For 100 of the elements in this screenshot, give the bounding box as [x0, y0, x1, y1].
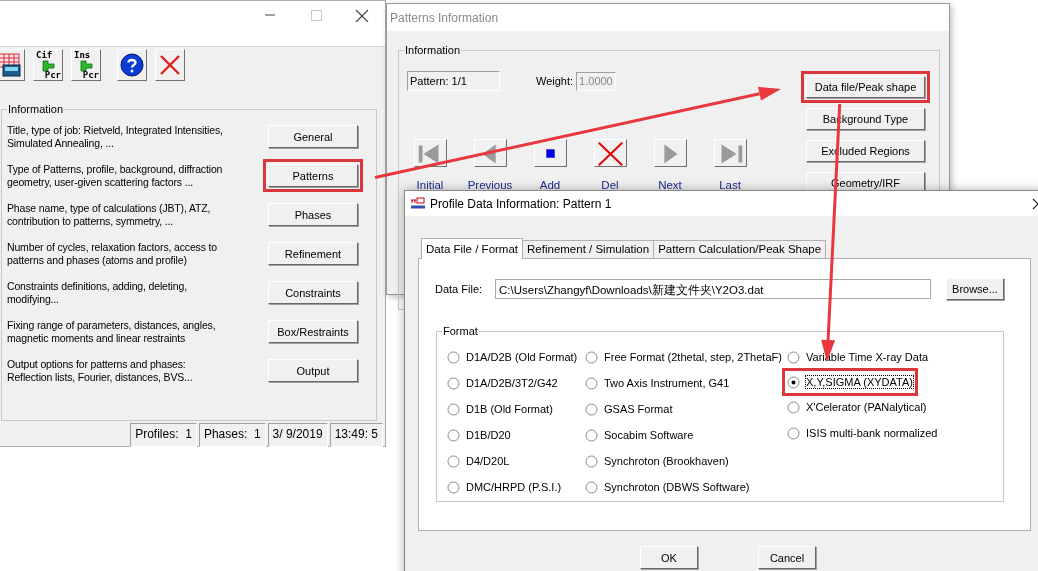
- radio-button[interactable]: [787, 426, 800, 440]
- radio-button[interactable]: [585, 402, 598, 416]
- grid-icon: [0, 52, 22, 78]
- app-icon: [410, 195, 426, 212]
- button[interactable]: General: [268, 125, 358, 148]
- field-label: Data File:: [435, 283, 484, 295]
- radio-option[interactable]: D1B (Old Format): [447, 396, 553, 422]
- radio-option[interactable]: X,Y,SIGMA (XYDATA): [787, 371, 913, 393]
- option-label: Free Format (2thetal, step, 2ThetaF): [604, 351, 782, 363]
- description-text: Fixing range of parameters, distances, angles, magnetic moments and linear restraints: [7, 318, 217, 345]
- radio-option[interactable]: D1B/D20: [447, 422, 511, 448]
- option-label: D1A/D2B (Old Format): [466, 351, 578, 363]
- radio-option[interactable]: ISIS multi-bank normalized: [787, 420, 938, 446]
- radio-button[interactable]: [447, 350, 460, 364]
- option-label: D1A/D2B/3T2/G42: [466, 377, 558, 389]
- description-text: Constraints definitions, adding, deleting, modifying...: [7, 279, 188, 306]
- description-text: Number of cycles, relaxation factors, access to patterns and phases (atoms and profile): [7, 240, 219, 267]
- radio-option[interactable]: GSAS Format: [585, 396, 673, 422]
- radio-option[interactable]: Synchroton (Brookhaven): [585, 448, 729, 474]
- radio-button[interactable]: [585, 376, 598, 390]
- radio-option[interactable]: D1A/D2B/3T2/G42: [447, 370, 558, 396]
- description-text: Type of Patterns, profile, background, diffraction geometry, user-given scattering factors ...: [7, 162, 224, 189]
- option-label: Synchroton (DBWS Software): [604, 481, 750, 493]
- right-triangle-icon: [663, 144, 678, 164]
- radio-option[interactable]: X'Celerator (PANalytical): [787, 394, 927, 420]
- radio-button[interactable]: [447, 480, 460, 494]
- radio-option[interactable]: D4/D20L: [447, 448, 510, 474]
- nav-button[interactable]: [533, 139, 567, 167]
- group-label: Information: [404, 44, 462, 57]
- button[interactable]: Output: [268, 359, 358, 382]
- radio-button[interactable]: [447, 454, 460, 468]
- skip-right-icon: [721, 144, 742, 164]
- button[interactable]: Constraints: [268, 281, 358, 304]
- button[interactable]: Phases: [268, 203, 358, 226]
- toolbar-button[interactable]: Ins Pcr: [71, 49, 101, 81]
- option-label: D1B/D20: [466, 429, 511, 441]
- toolbar-button[interactable]: Cif Pcr: [33, 49, 63, 81]
- radio-button[interactable]: [447, 376, 460, 390]
- toolbar-button[interactable]: [0, 49, 25, 81]
- close-icon: [355, 8, 369, 22]
- button[interactable]: Patterns: [268, 164, 358, 187]
- nav-label: Last: [719, 179, 741, 191]
- option-label: X,Y,SIGMA (XYDATA): [806, 376, 913, 388]
- radio-button[interactable]: [447, 428, 460, 442]
- option-label: Synchroton (Brookhaven): [604, 455, 729, 467]
- option-label: Socabim Software: [604, 429, 694, 441]
- left-triangle-icon: [482, 144, 496, 164]
- help-icon: [120, 53, 144, 77]
- radio-button[interactable]: [787, 400, 800, 414]
- browse-button[interactable]: Browse...: [946, 278, 1004, 300]
- nav-label: Del: [601, 179, 619, 191]
- radio-button[interactable]: [585, 454, 598, 468]
- nav-label: Initial: [416, 179, 444, 191]
- window-title: Profile Data Information: Pattern 1: [430, 196, 612, 211]
- button[interactable]: OK: [640, 546, 698, 569]
- option-label: X'Celerator (PANalytical): [806, 401, 927, 413]
- skip-left-icon: [418, 144, 438, 164]
- description-text: Title, type of job: Rietveld, Integrated Intensities, Simulated Annealing, ...: [7, 123, 224, 150]
- description-text: Phase name, type of calculations (JBT), ATZ, contribution to patterns, symmetry, ...: [7, 201, 212, 228]
- group-label: Information: [7, 103, 65, 116]
- toolbar-button[interactable]: [117, 49, 147, 81]
- input-field[interactable]: C:\Users\Zhangyf\Downloads\新建文件夹\Y2O3.dat: [495, 279, 931, 299]
- pattern-field: Pattern: 1/1: [407, 71, 500, 91]
- tab[interactable]: Data File / Format: [421, 238, 524, 259]
- radio-button[interactable]: [787, 375, 800, 389]
- status-panel: Profiles: 1: [130, 423, 197, 447]
- button[interactable]: Data file/Peak shape: [806, 76, 925, 98]
- button[interactable]: Cancel: [758, 546, 816, 569]
- radio-option[interactable]: Socabim Software: [585, 422, 694, 448]
- arrow-icon: [80, 60, 94, 72]
- arrow-icon: [42, 60, 56, 72]
- status-panel: Phases: 1: [198, 423, 266, 447]
- radio-button[interactable]: [447, 402, 460, 416]
- button[interactable]: Box/Restraints: [268, 320, 358, 343]
- radio-option[interactable]: Free Format (2thetal, step, 2ThetaF): [585, 344, 782, 370]
- status-panel: 3/ 9/2019: [267, 423, 328, 447]
- status-panel: 13:49: 5: [329, 423, 383, 447]
- option-label: DMC/HRPD (P.S.I.): [466, 481, 562, 493]
- nav-button[interactable]: [593, 139, 627, 167]
- radio-button[interactable]: [585, 428, 598, 442]
- option-label: ISIS multi-bank normalized: [806, 427, 938, 439]
- square-icon: [545, 149, 555, 158]
- square-icon: [309, 8, 323, 22]
- radio-option[interactable]: Two Axis Instrument, G41: [585, 370, 730, 396]
- nav-label: Add: [539, 179, 561, 191]
- button[interactable]: Refinement: [268, 242, 358, 265]
- option-label: Two Axis Instrument, G41: [604, 377, 730, 389]
- nav-label: Next: [658, 179, 682, 191]
- radio-option[interactable]: DMC/HRPD (P.S.I.): [447, 474, 562, 500]
- radio-button[interactable]: [585, 480, 598, 494]
- option-label: D1B (Old Format): [466, 403, 553, 415]
- radio-option[interactable]: Synchroton (DBWS Software): [585, 474, 750, 500]
- description-text: Output options for patterns and phases: Reflection lists, Fourier, distances, BVS...: [7, 357, 194, 384]
- radio-button[interactable]: [787, 350, 800, 364]
- radio-option[interactable]: D1A/D2B (Old Format): [447, 344, 578, 370]
- window-title: Patterns Information: [390, 10, 499, 25]
- close-icon: [159, 54, 181, 76]
- option-label: GSAS Format: [604, 403, 673, 415]
- radio-button[interactable]: [585, 350, 598, 364]
- tab[interactable]: Pattern Calculation/Peak Shape: [653, 240, 827, 258]
